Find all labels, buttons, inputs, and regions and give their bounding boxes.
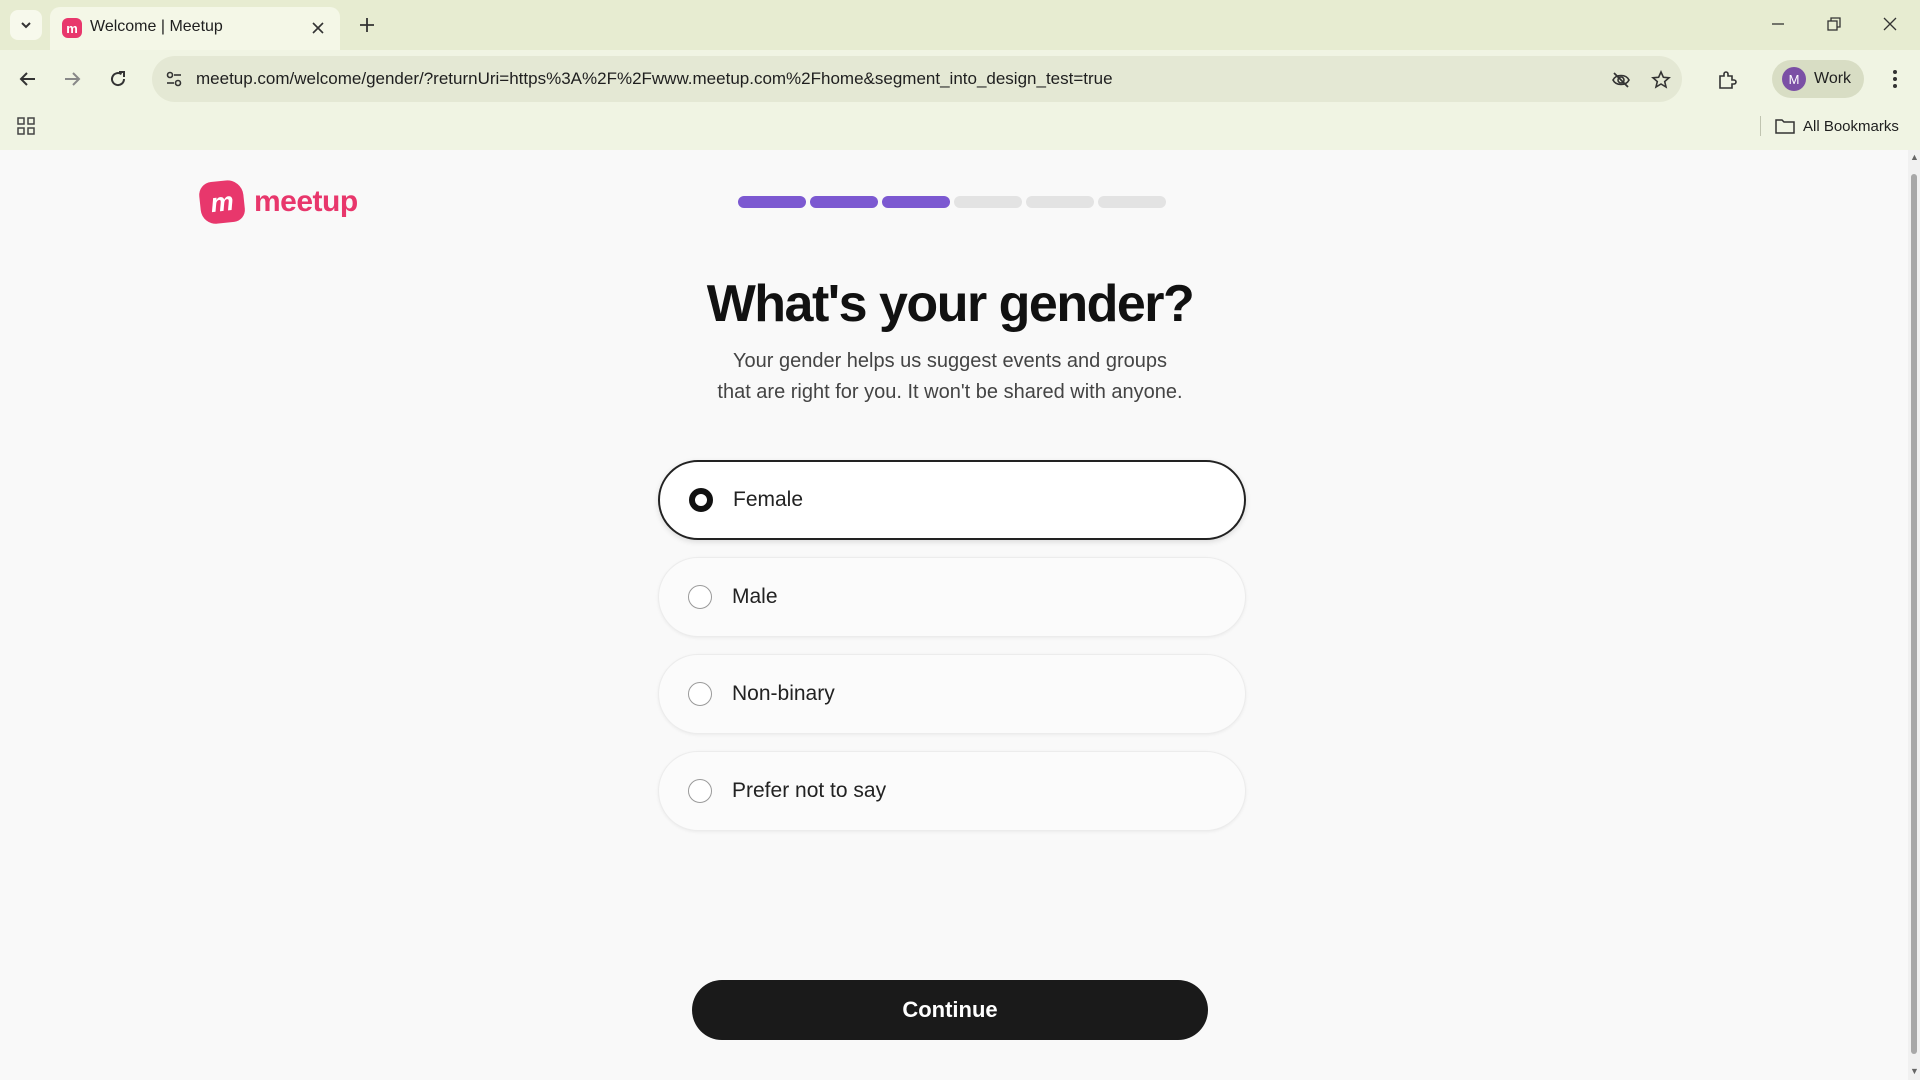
scroll-down-arrow-icon[interactable]: ▼ xyxy=(1910,1066,1919,1076)
star-icon xyxy=(1651,70,1671,89)
all-bookmarks-label: All Bookmarks xyxy=(1803,117,1899,135)
reload-button[interactable] xyxy=(102,63,134,95)
browser-chrome: m Welcome | Meetup meetup.com/welcome/ge… xyxy=(0,0,1920,150)
meetup-logo[interactable]: m meetup xyxy=(197,178,358,226)
scroll-up-arrow-icon[interactable]: ▲ xyxy=(1910,152,1919,162)
extensions-button[interactable] xyxy=(1710,63,1744,97)
back-arrow-icon xyxy=(19,72,35,86)
apps-button[interactable] xyxy=(12,112,40,140)
back-button[interactable] xyxy=(12,63,44,95)
all-bookmarks-button[interactable]: All Bookmarks xyxy=(1775,112,1899,140)
progress-segment-complete xyxy=(738,196,806,208)
site-info-icon xyxy=(166,71,182,87)
onboarding-progress-bar xyxy=(738,196,1166,208)
site-info-button[interactable] xyxy=(162,67,186,91)
minimize-icon xyxy=(1772,23,1784,25)
puzzle-icon xyxy=(1719,71,1737,89)
forward-button[interactable] xyxy=(56,63,88,95)
page-content: m meetup What's your gender? Your gender… xyxy=(0,150,1908,1080)
tab-search-button[interactable] xyxy=(10,10,42,40)
tab-close-button[interactable] xyxy=(306,16,330,40)
bookmarks-divider xyxy=(1760,116,1761,136)
restore-button[interactable] xyxy=(1814,8,1854,40)
close-window-button[interactable] xyxy=(1870,8,1910,40)
close-icon xyxy=(1883,17,1897,31)
meetup-favicon-icon: m xyxy=(62,18,82,38)
url-text[interactable]: meetup.com/welcome/gender/?returnUri=htt… xyxy=(196,69,1113,89)
address-bar[interactable]: meetup.com/welcome/gender/?returnUri=htt… xyxy=(152,56,1682,102)
progress-segment-complete xyxy=(882,196,950,208)
page-title: What's your gender? xyxy=(706,275,1195,333)
eye-off-icon xyxy=(1612,72,1630,88)
radio-button[interactable] xyxy=(689,488,713,512)
progress-segment-incomplete xyxy=(954,196,1022,208)
profile-label: Work xyxy=(1814,70,1852,87)
chevron-down-icon xyxy=(21,22,31,29)
restore-icon xyxy=(1827,17,1841,31)
gender-option-prefer-not-to-say[interactable]: Prefer not to say xyxy=(658,751,1246,831)
forward-arrow-icon xyxy=(65,72,81,86)
gender-option-female[interactable]: Female xyxy=(658,460,1246,540)
profile-button[interactable]: M Work xyxy=(1772,60,1864,98)
page-scrollbar[interactable]: ▲ ▼ xyxy=(1908,150,1920,1080)
avatar: M xyxy=(1782,67,1806,91)
option-label: Female xyxy=(733,488,804,511)
active-tab[interactable]: m Welcome | Meetup xyxy=(50,7,340,50)
radio-button[interactable] xyxy=(688,779,712,803)
bookmark-star-button[interactable] xyxy=(1648,67,1674,93)
logo-text: meetup xyxy=(254,185,358,218)
browser-menu-button[interactable] xyxy=(1880,63,1910,95)
progress-segment-incomplete xyxy=(1098,196,1166,208)
gender-option-male[interactable]: Male xyxy=(658,557,1246,637)
meetup-logo-icon: m xyxy=(197,178,247,226)
reload-icon xyxy=(111,71,126,87)
progress-segment-incomplete xyxy=(1026,196,1094,208)
subtitle-line-2: that are right for you. It won't be shar… xyxy=(717,381,1183,403)
close-icon xyxy=(312,22,324,34)
radio-button[interactable] xyxy=(688,682,712,706)
option-label: Male xyxy=(732,585,778,608)
new-tab-button[interactable] xyxy=(352,10,382,40)
progress-segment-complete xyxy=(810,196,878,208)
plus-icon xyxy=(360,18,374,32)
scrollbar-thumb[interactable] xyxy=(1911,174,1917,1054)
option-label: Prefer not to say xyxy=(732,779,887,802)
minimize-button[interactable] xyxy=(1758,8,1798,40)
continue-button[interactable]: Continue xyxy=(692,980,1208,1040)
gender-option-non-binary[interactable]: Non-binary xyxy=(658,654,1246,734)
radio-button[interactable] xyxy=(688,585,712,609)
kebab-icon xyxy=(1893,70,1897,88)
apps-grid-icon xyxy=(17,117,35,135)
tab-strip: m Welcome | Meetup xyxy=(0,0,1920,50)
subtitle-line-1: Your gender helps us suggest events and … xyxy=(732,350,1167,372)
tab-title: Welcome | Meetup xyxy=(90,18,223,35)
folder-icon xyxy=(1775,119,1795,134)
page-subtitle: Your gender helps us suggest events and … xyxy=(0,346,1900,408)
option-label: Non-binary xyxy=(732,682,835,705)
tracking-protection-button[interactable] xyxy=(1608,67,1634,93)
